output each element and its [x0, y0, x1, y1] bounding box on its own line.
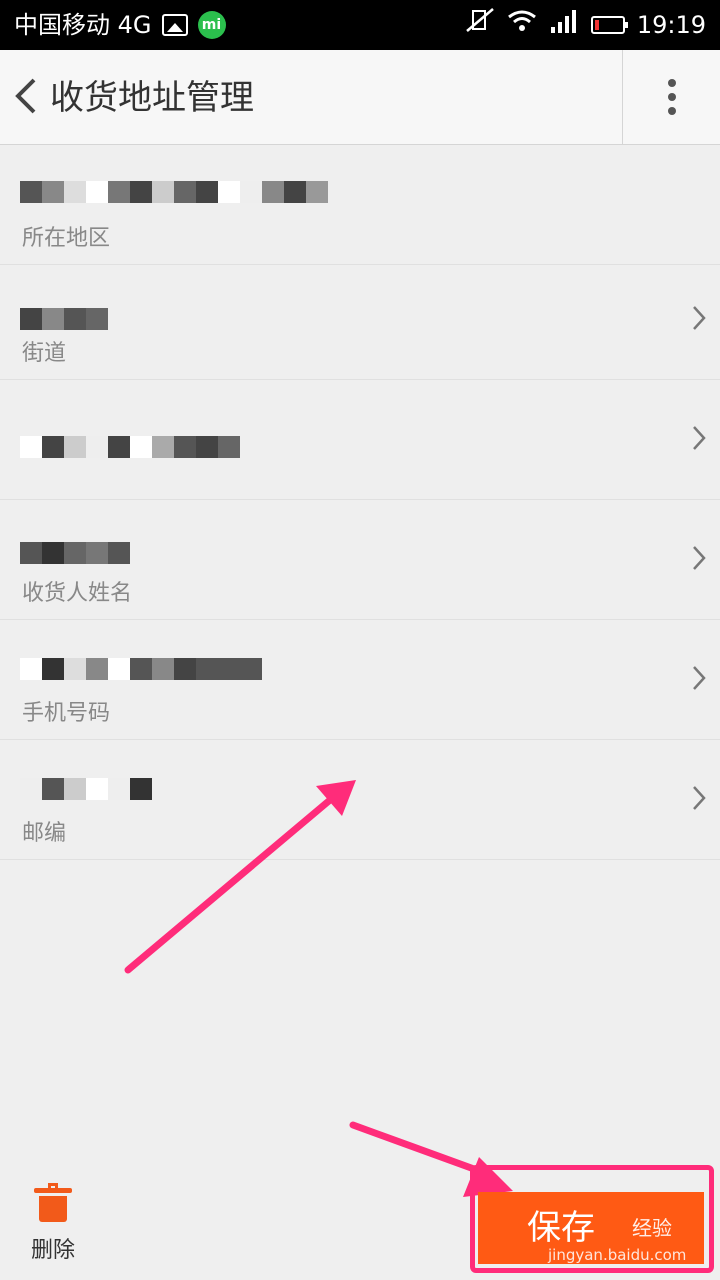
chevron-right-icon	[692, 544, 706, 579]
address-detail-row[interactable]	[0, 380, 720, 500]
gallery-icon	[161, 14, 188, 36]
save-label: 保存	[527, 1208, 595, 1248]
wifi-icon	[507, 0, 537, 50]
delete-button[interactable]: 删除	[28, 1183, 78, 1268]
mi-message-icon: mi	[197, 11, 226, 39]
recipient-name-label: 收货人姓名	[22, 581, 133, 606]
more-dot	[667, 107, 676, 115]
phone-row[interactable]: 手机号码	[0, 620, 720, 740]
postcode-label: 邮编	[22, 821, 67, 846]
phone-value-redacted	[20, 640, 262, 680]
chevron-right-icon	[692, 784, 706, 819]
delete-label: 删除	[30, 1238, 75, 1263]
chevron-right-icon	[692, 424, 706, 459]
region-value-redacted	[20, 163, 328, 203]
phone-label: 手机号码	[22, 701, 111, 726]
chevron-left-icon	[15, 78, 36, 114]
carrier-text: 中国移动 4G	[14, 11, 152, 39]
chevron-right-icon	[692, 664, 706, 699]
trash-icon	[34, 1183, 72, 1222]
title-bar: 收货地址管理	[0, 50, 720, 145]
watermark-text: 经验	[632, 1216, 672, 1240]
region-label: 所在地区	[22, 226, 111, 251]
back-button[interactable]	[10, 74, 46, 122]
more-options-button[interactable]	[622, 50, 720, 144]
region-row[interactable]: 所在地区	[0, 145, 720, 265]
street-label: 街道	[22, 341, 67, 366]
annotation-arrow-icon	[124, 780, 356, 974]
street-value-redacted	[20, 290, 108, 330]
signal-icon	[549, 0, 579, 50]
address-detail-value-redacted	[20, 418, 240, 458]
recipient-name-value-redacted	[20, 524, 130, 564]
chevron-right-icon	[692, 304, 706, 339]
status-bar: 中国移动 4G mi 19:19	[0, 0, 720, 50]
street-row[interactable]: 街道	[0, 260, 720, 380]
more-dot	[667, 79, 676, 87]
mute-icon	[465, 0, 495, 50]
recipient-name-row[interactable]: 收货人姓名	[0, 500, 720, 620]
clock-text: 19:19	[636, 11, 706, 39]
more-dot	[667, 93, 676, 101]
page-title: 收货地址管理	[50, 78, 254, 118]
watermark-url: jingyan.baidu.com	[548, 1246, 687, 1264]
battery-icon	[590, 16, 628, 34]
